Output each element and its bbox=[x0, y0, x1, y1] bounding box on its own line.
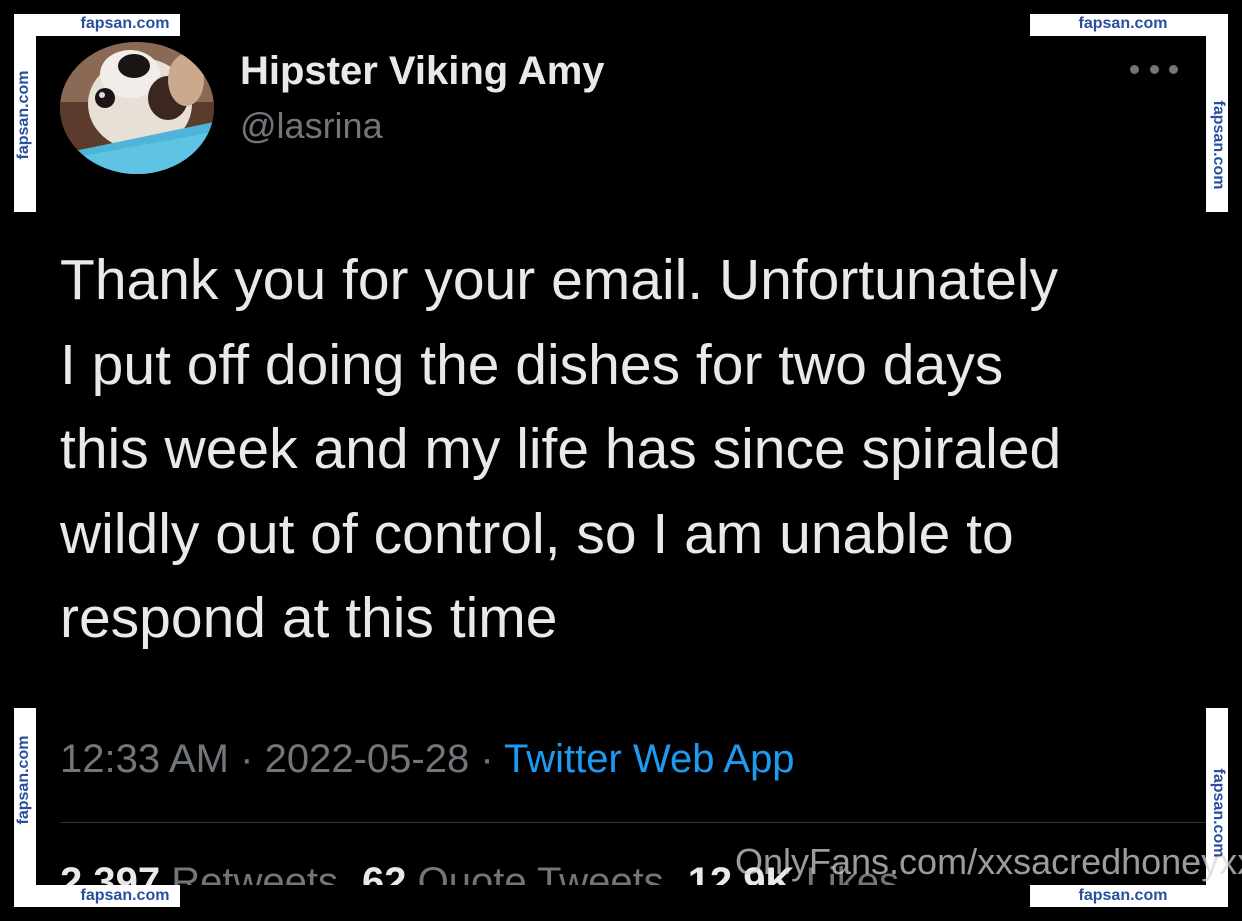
frame-gap-right bbox=[1206, 212, 1242, 708]
site-watermark: fapsan.com bbox=[1078, 15, 1168, 32]
site-watermark-vertical: fapsan.com bbox=[1210, 100, 1227, 190]
meta-separator: · bbox=[480, 737, 494, 781]
avatar-dog-image bbox=[60, 42, 214, 174]
tweet-source-link[interactable]: Twitter Web App bbox=[504, 737, 795, 781]
tweet-date[interactable]: 2022-05-28 bbox=[265, 737, 470, 781]
tweet-text-line: respond at this time bbox=[60, 586, 558, 650]
tweet-text-line: this week and my life has since spiraled bbox=[60, 417, 1062, 481]
more-horizontal-icon[interactable] bbox=[1130, 60, 1178, 78]
user-handle[interactable]: @lasrina bbox=[240, 104, 383, 148]
tweet-text-line: I put off doing the dishes for two days bbox=[60, 332, 1004, 397]
tweet-meta: 12:33 AM · 2022-05-28 · Twitter Web App bbox=[60, 735, 795, 783]
site-watermark-vertical: fapsan.com bbox=[15, 70, 32, 160]
frame-gap-left bbox=[0, 212, 36, 708]
meta-separator: · bbox=[240, 737, 254, 781]
tweet-text-line: Thank you for your email. Unfortunately bbox=[60, 248, 1058, 312]
more-dot bbox=[1130, 64, 1139, 74]
more-dot bbox=[1169, 64, 1178, 74]
tweet-text-line: wildly out of control, so I am unable to bbox=[60, 501, 1014, 566]
site-watermark: fapsan.com bbox=[1078, 887, 1168, 904]
site-watermark: fapsan.com bbox=[80, 887, 170, 904]
more-dot bbox=[1149, 64, 1159, 74]
tweet-time[interactable]: 12:33 AM bbox=[60, 737, 229, 781]
onlyfans-watermark: OnlyFans.com/xxsacredhoneyxx bbox=[735, 841, 1242, 882]
frame-gap-top bbox=[180, 0, 1030, 36]
display-name[interactable]: Hipster Viking Amy bbox=[240, 48, 605, 94]
divider bbox=[60, 822, 1206, 823]
site-watermark: fapsan.com bbox=[80, 15, 170, 32]
site-watermark-vertical: fapsan.com bbox=[15, 735, 32, 825]
avatar[interactable] bbox=[60, 42, 214, 174]
site-watermark-vertical: fapsan.com bbox=[1210, 768, 1227, 858]
screenshot-stage: Hipster Viking Amy @lasrina Thank you fo… bbox=[0, 0, 1242, 921]
tweet-text: Thank you for your email. Unfortunately … bbox=[60, 238, 1190, 661]
